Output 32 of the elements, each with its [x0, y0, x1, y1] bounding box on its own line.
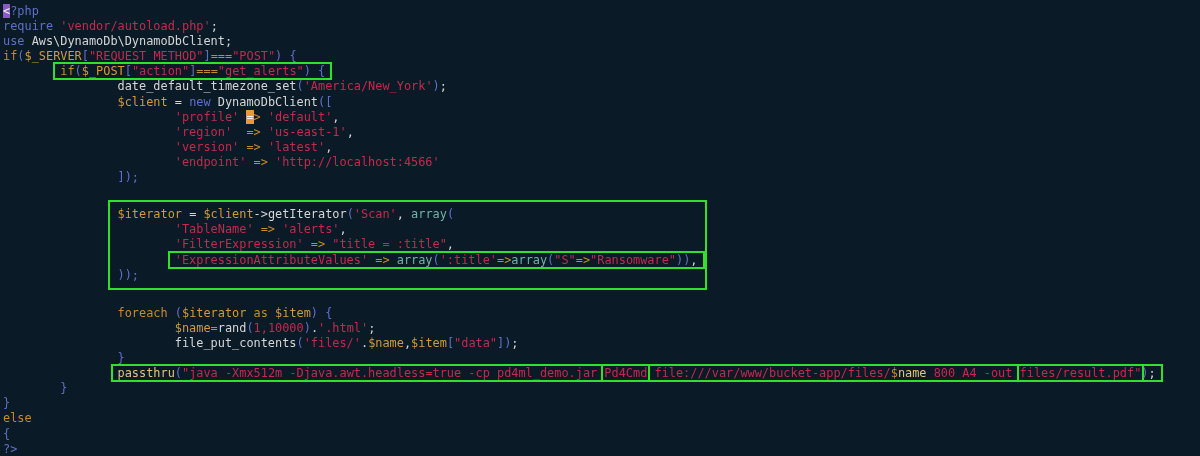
- code-line: use Aws\DynamoDb\DynamoDbClient;: [3, 34, 233, 50]
- code-line: }: [3, 396, 11, 412]
- code-line: ));: [117, 267, 139, 283]
- code-line: $iterator = $client->getIterator('Scan', array(: [117, 207, 455, 223]
- code-line: date_default_timezone_set('America/New_York');: [117, 79, 447, 95]
- highlight-box: if($_POST["action"]==="get_alerts") {: [53, 62, 333, 81]
- code-line: require 'vendor/autoload.php';: [3, 19, 218, 35]
- code-line: if($_SERVER["REQUEST_METHOD"]==="POST") {: [3, 49, 297, 65]
- code-text: ?php: [10, 4, 39, 18]
- code-line: foreach ($iterator as $item) {: [117, 305, 333, 321]
- code-line: }: [117, 351, 125, 367]
- highlight-box: Pd4Cmd: [601, 364, 651, 383]
- code-line: ]);: [117, 170, 139, 186]
- text-cursor: <: [3, 4, 11, 18]
- code-line: 'FilterExpression' => "title = :title",: [174, 237, 454, 253]
- code-line: 'version' => 'latest',: [174, 139, 333, 155]
- code-line: $client = new DynamoDbClient([: [117, 94, 333, 110]
- code-line: $name=rand(1,10000).'.html';: [174, 320, 376, 336]
- code-line: }: [60, 381, 68, 397]
- code-text: 'profile': [174, 109, 241, 124]
- code-line: 'TableName' => 'alerts',: [174, 222, 347, 238]
- code-text: > 'default',: [253, 109, 340, 124]
- highlight-box: 'ExpressionAttributeValues' => array(':title'=>array("S"=>"Ransomware")),: [167, 250, 705, 269]
- code-line: file_put_contents('files/'.$name,$item["data"]);: [174, 335, 519, 352]
- code-line: 'endpoint' => 'http://localhost:4566': [174, 154, 440, 171]
- code-text: file:///var/www/bucket-app/files/$name 800 A4 -out: [653, 366, 1014, 381]
- code-line: ?>: [3, 441, 18, 456]
- code-line: else: [3, 411, 32, 427]
- code-text: passthru("java -Xmx512m -Djava.awt.headless=true -cp pd4ml_demo.jar: [117, 366, 599, 381]
- code-line: 'region' => 'us-east-1',: [174, 124, 354, 140]
- code-line: {: [3, 426, 11, 442]
- text-cursor: =: [246, 109, 254, 124]
